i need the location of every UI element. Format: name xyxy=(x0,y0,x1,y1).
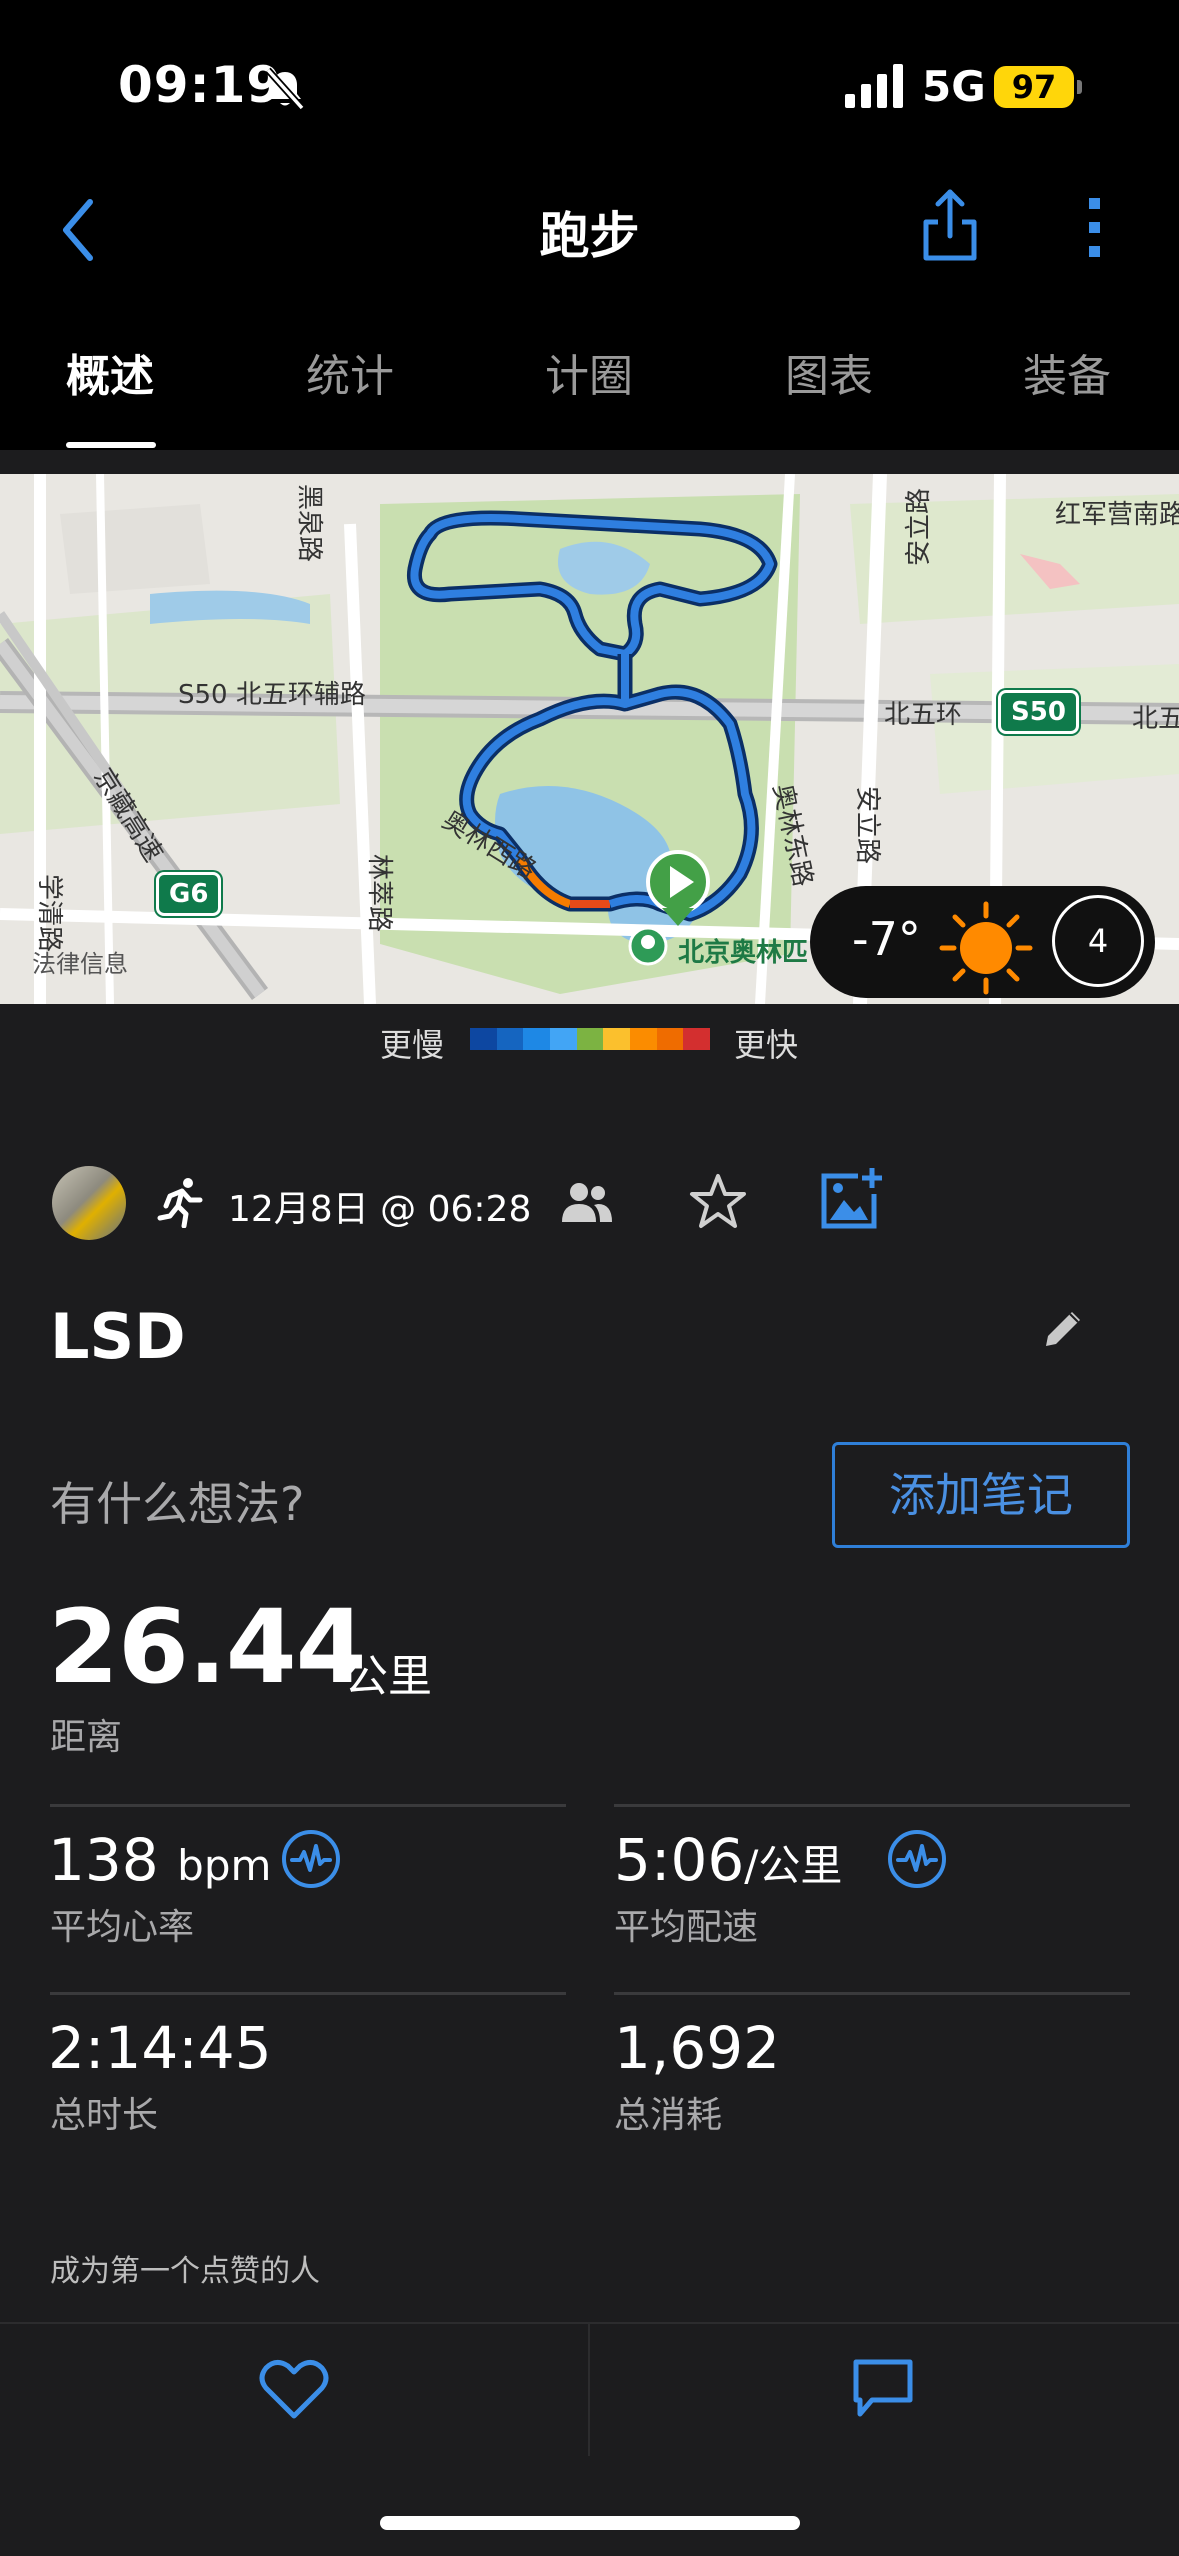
stat-divider xyxy=(50,1992,566,1995)
map-badge-g6: G6 xyxy=(156,872,222,916)
legend-faster-label: 更快 xyxy=(734,1026,799,1064)
distance-value: 26.44 xyxy=(48,1588,367,1707)
wind-indicator: 4 xyxy=(1052,895,1144,987)
active-tab-indicator xyxy=(66,442,156,448)
map-label-xueqing: 学清路 xyxy=(34,874,64,953)
network-type: 5G xyxy=(922,62,986,111)
map-badge-s50: S50 xyxy=(998,690,1079,734)
total-calories-value: 1,692 xyxy=(614,2014,781,2082)
like-heart-icon[interactable] xyxy=(258,2358,330,2422)
heart-rate-number: 138 xyxy=(48,1826,159,1894)
bottom-bar-divider xyxy=(588,2322,590,2456)
add-note-button[interactable]: 添加笔记 xyxy=(832,1442,1130,1548)
map-label-linfeng: 林萃路 xyxy=(364,854,394,933)
pace-color-scale xyxy=(470,1028,711,1050)
stat-divider xyxy=(614,1804,1130,1807)
avatar[interactable] xyxy=(52,1166,126,1240)
status-time: 09:19 xyxy=(118,56,283,114)
tab-bar: 概述 统计 计圈 图表 装备 xyxy=(0,300,1179,450)
avg-pace-label: 平均配速 xyxy=(614,1907,759,1948)
more-options-icon[interactable] xyxy=(1080,196,1110,260)
tab-overview[interactable]: 概述 xyxy=(66,340,154,404)
map-label-beiwu-right: 北五 xyxy=(1132,704,1179,734)
tab-laps[interactable]: 计圈 xyxy=(545,340,633,404)
pace-legend: 更慢 更快 xyxy=(0,1004,1179,1074)
like-prompt: 成为第一个点赞的人 xyxy=(50,2254,320,2289)
pace-pulse-icon[interactable] xyxy=(886,1828,948,1890)
pace-unit: /公里 xyxy=(744,1841,843,1890)
map-legal-link[interactable]: 法律信息 xyxy=(32,944,128,979)
total-time-value: 2:14:45 xyxy=(48,2014,272,2082)
running-icon xyxy=(157,1178,203,1228)
tabs-gap xyxy=(0,450,1179,474)
avg-heart-rate-value: 138 bpm xyxy=(48,1826,271,1894)
thoughts-prompt[interactable]: 有什么想法? xyxy=(50,1468,304,1534)
tab-charts[interactable]: 图表 xyxy=(785,340,873,404)
map-label-heiquan: 黑泉路 xyxy=(294,484,324,563)
map-label-anli: 安立路 xyxy=(852,786,882,865)
map-label-beiwuhuan: 北五环 xyxy=(884,700,963,730)
edit-pencil-icon[interactable] xyxy=(1040,1306,1086,1352)
share-icon[interactable] xyxy=(920,184,980,264)
battery-indicator: 97 xyxy=(994,66,1074,108)
map-label-park: 北京奥林匹 xyxy=(678,938,809,968)
activity-title: LSD xyxy=(50,1300,186,1373)
wind-speed: 4 xyxy=(1087,922,1109,960)
total-time-label: 总时长 xyxy=(50,2095,159,2136)
people-icon[interactable] xyxy=(560,1180,614,1224)
cell-signal-icon xyxy=(845,64,903,108)
heart-rate-pulse-icon[interactable] xyxy=(280,1828,342,1890)
legend-slower-label: 更慢 xyxy=(380,1026,445,1064)
page-title: 跑步 xyxy=(539,207,640,265)
comment-icon[interactable] xyxy=(850,2356,916,2420)
add-photo-icon[interactable] xyxy=(818,1166,884,1232)
avg-pace-value: 5:06/公里 xyxy=(614,1826,842,1894)
stat-divider xyxy=(614,1992,1130,1995)
stat-divider xyxy=(50,1804,566,1807)
heart-rate-unit: bpm xyxy=(177,1841,272,1890)
battery-tip xyxy=(1077,80,1082,94)
navigation-bar: 跑步 xyxy=(0,160,1179,300)
map-label-s50-aux: S50 北五环辅路 xyxy=(178,680,366,710)
activity-date: 12月8日 @ 06:28 xyxy=(228,1189,532,1230)
silent-bell-icon xyxy=(265,67,305,111)
map-label-hongjunying: 红军营南路 xyxy=(1055,500,1179,530)
pace-number: 5:06 xyxy=(614,1826,745,1894)
tab-gear[interactable]: 装备 xyxy=(1023,340,1111,404)
distance-unit: 公里 xyxy=(344,1651,432,1702)
map-label-anli-top: 安立路 xyxy=(904,487,934,566)
tab-stats[interactable]: 统计 xyxy=(306,340,394,404)
avg-heart-rate-label: 平均心率 xyxy=(50,1907,195,1948)
status-bar: 09:19 5G 97 xyxy=(0,0,1179,160)
total-calories-label: 总消耗 xyxy=(614,2095,723,2136)
sun-icon xyxy=(939,901,1033,995)
star-icon[interactable] xyxy=(688,1172,748,1232)
weather-temperature: -7° xyxy=(852,912,921,966)
distance-label: 距离 xyxy=(50,1717,123,1758)
home-indicator xyxy=(380,2516,800,2530)
